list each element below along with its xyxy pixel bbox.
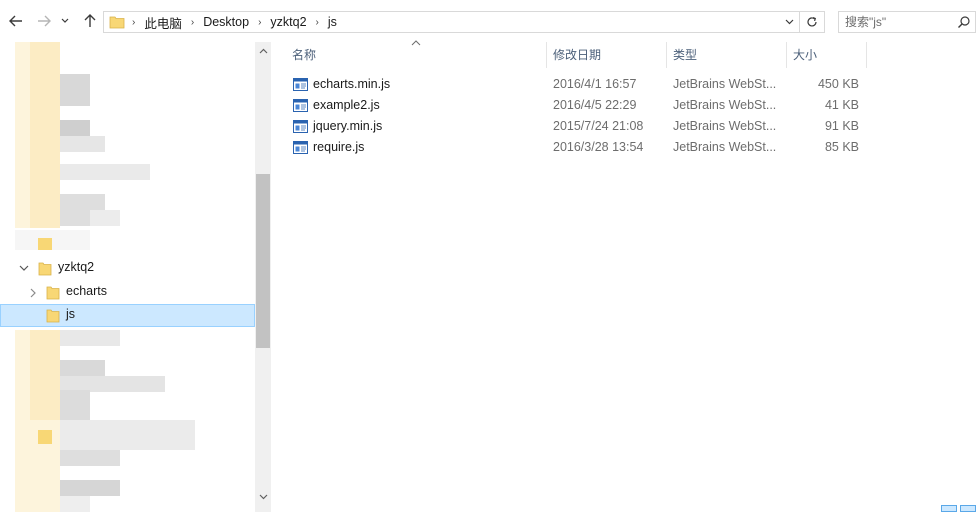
- file-date: 2016/4/5 22:29: [553, 98, 637, 112]
- column-header-type[interactable]: 类型: [667, 42, 786, 68]
- navigation-pane[interactable]: yzktq2 echarts js: [0, 42, 271, 512]
- up-arrow-icon: [84, 14, 96, 27]
- js-file-icon: [293, 78, 308, 91]
- obscured-region: [38, 238, 52, 250]
- obscured-region: [60, 450, 120, 466]
- file-date: 2016/4/1 16:57: [553, 77, 637, 91]
- obscured-region: [15, 466, 60, 512]
- tree-item-yzktq2[interactable]: yzktq2: [0, 257, 255, 280]
- back-button[interactable]: [6, 11, 26, 31]
- js-file-icon: [293, 99, 308, 112]
- file-row[interactable]: echarts.min.js 2016/4/1 16:57 JetBrains …: [289, 74, 867, 95]
- file-name: require.js: [313, 140, 365, 154]
- file-list-pane[interactable]: 名称 修改日期 类型 大小 echarts.min.js 2016/4/1 16…: [271, 40, 979, 512]
- file-size: 91 KB: [824, 119, 859, 133]
- chevron-down-icon: [259, 494, 267, 500]
- forward-button[interactable]: [34, 11, 54, 31]
- folder-icon: [109, 16, 125, 29]
- file-size: 85 KB: [824, 140, 859, 154]
- forward-arrow-icon: [38, 15, 51, 27]
- obscured-region: [60, 390, 90, 420]
- chevron-down-icon: [61, 18, 69, 23]
- folder-icon: [46, 286, 60, 300]
- tree-item-echarts[interactable]: echarts: [0, 281, 255, 304]
- column-header-name[interactable]: 名称: [286, 42, 546, 68]
- obscured-region: [90, 210, 120, 226]
- obscured-region: [60, 136, 105, 152]
- tree-item-label: echarts: [66, 284, 107, 298]
- file-type: JetBrains WebSt...: [673, 98, 777, 112]
- file-date: 2015/7/24 21:08: [553, 119, 644, 133]
- navigation-bar: › 此电脑 › Desktop › yzktq2 › js: [0, 0, 979, 42]
- folder-icon: [46, 309, 60, 323]
- file-explorer-window: › 此电脑 › Desktop › yzktq2 › js 搜索"js" yzk…: [0, 0, 979, 512]
- scroll-up-button[interactable]: [258, 46, 268, 56]
- refresh-icon: [807, 16, 817, 27]
- details-view-toggle[interactable]: [941, 505, 957, 512]
- obscured-region: [60, 120, 90, 136]
- breadcrumb-separator[interactable]: ›: [251, 17, 268, 28]
- file-row[interactable]: jquery.min.js 2015/7/24 21:08 JetBrains …: [289, 116, 867, 137]
- breadcrumb-separator: ›: [132, 16, 136, 28]
- recent-locations-button[interactable]: [59, 11, 71, 31]
- file-row[interactable]: example2.js 2016/4/5 22:29 JetBrains Web…: [289, 95, 867, 116]
- obscured-region: [60, 420, 195, 450]
- file-row[interactable]: require.js 2016/3/28 13:54 JetBrains Web…: [289, 137, 867, 158]
- obscured-region: [30, 42, 60, 228]
- up-button[interactable]: [80, 11, 100, 31]
- obscured-region: [38, 430, 52, 444]
- breadcrumb-separator[interactable]: ›: [309, 17, 326, 28]
- obscured-region: [60, 360, 105, 376]
- file-type: JetBrains WebSt...: [673, 77, 777, 91]
- obscured-region: [60, 480, 120, 496]
- search-input[interactable]: [845, 15, 955, 29]
- tree-item-label: js: [66, 307, 76, 321]
- breadcrumb-js[interactable]: js: [326, 15, 339, 29]
- obscured-region: [15, 230, 90, 250]
- js-file-icon: [293, 141, 308, 154]
- scroll-thumb[interactable]: [256, 174, 270, 348]
- file-size: 450 KB: [817, 77, 859, 91]
- file-date: 2016/3/28 13:54: [553, 140, 644, 154]
- chevron-down-icon: [785, 19, 793, 25]
- address-bar[interactable]: › 此电脑 › Desktop › yzktq2 › js: [103, 11, 800, 33]
- folder-icon: [38, 262, 52, 276]
- scroll-down-button[interactable]: [258, 492, 268, 502]
- back-arrow-icon: [9, 15, 22, 27]
- column-divider[interactable]: [866, 42, 867, 68]
- breadcrumb-desktop[interactable]: Desktop: [201, 15, 251, 29]
- file-type: JetBrains WebSt...: [673, 119, 777, 133]
- breadcrumb-yzktq2[interactable]: yzktq2: [268, 15, 308, 29]
- obscured-region: [60, 164, 150, 180]
- obscured-region: [60, 74, 90, 106]
- refresh-button[interactable]: [800, 11, 825, 33]
- tree-item-label: yzktq2: [58, 260, 95, 274]
- column-header-date[interactable]: 修改日期: [547, 42, 666, 68]
- search-box[interactable]: [838, 11, 976, 33]
- file-name: jquery.min.js: [313, 119, 383, 133]
- js-file-icon: [293, 120, 308, 133]
- file-type: JetBrains WebSt...: [673, 140, 777, 154]
- obscured-region: [60, 496, 90, 512]
- navigation-scrollbar[interactable]: [255, 42, 271, 512]
- search-icon[interactable]: [957, 15, 971, 29]
- file-size: 41 KB: [824, 98, 859, 112]
- obscured-region: [30, 330, 60, 420]
- file-name: example2.js: [313, 98, 380, 112]
- large-icons-view-toggle[interactable]: [960, 505, 976, 512]
- obscured-region: [60, 330, 120, 346]
- column-headers: 名称 修改日期 类型 大小: [271, 40, 979, 68]
- tree-item-js[interactable]: js: [0, 304, 255, 327]
- breadcrumb-separator[interactable]: ›: [184, 17, 201, 28]
- file-name: echarts.min.js: [313, 77, 391, 91]
- chevron-up-icon: [259, 48, 267, 54]
- breadcrumb-this-pc[interactable]: 此电脑: [142, 13, 184, 32]
- column-header-size[interactable]: 大小: [787, 42, 866, 68]
- address-history-dropdown[interactable]: [779, 12, 799, 32]
